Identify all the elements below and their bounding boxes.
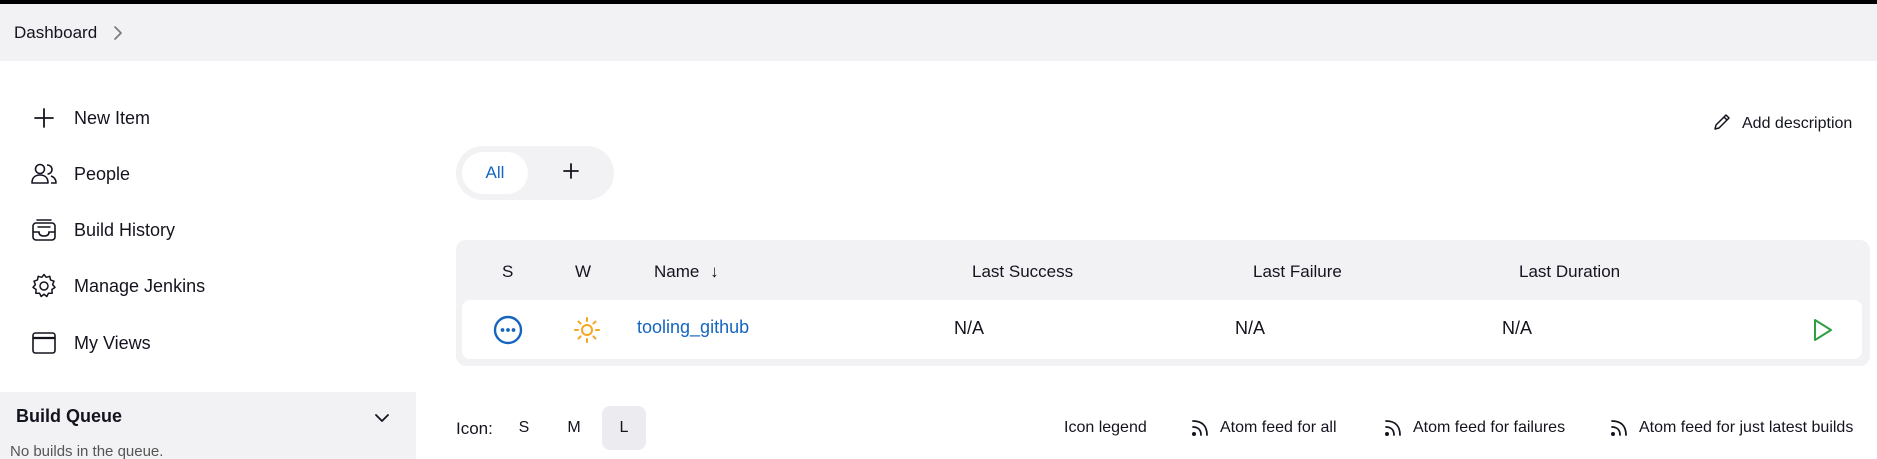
gear-icon xyxy=(30,272,58,300)
add-view-button[interactable] xyxy=(556,158,586,188)
rss-icon xyxy=(1383,418,1403,438)
sidebar-item-manage-jenkins[interactable]: Manage Jenkins xyxy=(30,266,205,306)
inbox-icon xyxy=(30,216,58,244)
sidebar-item-label: My Views xyxy=(74,332,151,353)
sidebar-item-new-item[interactable]: New Item xyxy=(30,98,150,138)
people-icon xyxy=(30,160,58,188)
tab-all[interactable]: All xyxy=(462,152,528,194)
play-icon[interactable] xyxy=(1809,317,1835,348)
window-icon xyxy=(30,329,58,357)
sidebar-item-label: Manage Jenkins xyxy=(74,275,206,296)
atom-feed-failures-label: Atom feed for failures xyxy=(1413,419,1566,436)
pending-status-icon[interactable] xyxy=(493,315,523,350)
atom-feed-failures-link[interactable]: Atom feed for failures xyxy=(1383,417,1565,439)
column-header-status[interactable]: S xyxy=(502,262,513,282)
last-failure-value: N/A xyxy=(1235,318,1266,338)
view-tabs: All xyxy=(456,146,614,200)
atom-feed-latest-label: Atom feed for just latest builds xyxy=(1639,419,1854,436)
icon-legend-link[interactable]: Icon legend xyxy=(1064,417,1147,439)
icon-size-s-button[interactable]: S xyxy=(502,406,546,450)
job-link-tooling-github[interactable]: tooling_github xyxy=(637,317,749,338)
rss-icon xyxy=(1609,418,1629,438)
column-header-last-failure[interactable]: Last Failure xyxy=(1253,262,1342,282)
sidebar-item-label: Build History xyxy=(74,219,176,240)
sidebar: New Item People Build History Manage Jen… xyxy=(0,61,416,459)
sidebar-item-my-views[interactable]: My Views xyxy=(30,323,151,363)
build-queue-title[interactable]: Build Queue xyxy=(16,406,122,427)
icon-legend-label: Icon legend xyxy=(1064,419,1147,436)
icon-size-l-button[interactable]: L xyxy=(602,406,646,450)
plus-icon xyxy=(30,104,58,132)
sun-icon[interactable] xyxy=(573,316,601,349)
column-header-weather[interactable]: W xyxy=(575,262,591,282)
chevron-right-icon[interactable] xyxy=(113,25,123,41)
chevron-down-icon[interactable] xyxy=(370,406,394,430)
rss-icon xyxy=(1190,418,1210,438)
column-header-name-label: Name xyxy=(654,262,700,281)
sidebar-item-label: People xyxy=(74,163,131,184)
column-header-last-success[interactable]: Last Success xyxy=(972,262,1073,282)
last-success-value: N/A xyxy=(954,318,985,338)
icon-size-label: Icon: xyxy=(456,419,493,438)
build-queue-empty-text: No builds in the queue. xyxy=(10,443,164,459)
table-footer: Icon: S M L Icon legend Atom feed for al… xyxy=(456,404,1870,452)
sidebar-item-people[interactable]: People xyxy=(30,154,130,194)
sort-arrow-icon: ↓ xyxy=(710,262,719,281)
plus-icon xyxy=(562,162,580,185)
icon-size-m-button[interactable]: M xyxy=(552,406,596,450)
sidebar-item-build-history[interactable]: Build History xyxy=(30,210,175,250)
last-duration-value: N/A xyxy=(1502,318,1533,338)
jobs-table: S W Name ↓ Last Success Last Failure Las… xyxy=(456,240,1870,366)
column-header-last-duration[interactable]: Last Duration xyxy=(1519,262,1620,282)
pencil-icon xyxy=(1712,112,1732,137)
sidebar-item-label: New Item xyxy=(74,107,151,128)
atom-feed-latest-link[interactable]: Atom feed for just latest builds xyxy=(1609,417,1853,439)
build-queue-panel: Build Queue No builds in the queue. xyxy=(0,392,416,459)
atom-feed-all-label: Atom feed for all xyxy=(1220,419,1337,436)
column-header-name[interactable]: Name ↓ xyxy=(654,262,719,282)
add-description-button[interactable]: Add description xyxy=(1712,112,1852,136)
breadcrumb: Dashboard xyxy=(0,4,1877,61)
atom-feed-all-link[interactable]: Atom feed for all xyxy=(1190,417,1337,439)
breadcrumb-dashboard[interactable]: Dashboard xyxy=(14,23,97,43)
add-description-label: Add description xyxy=(1742,115,1853,132)
table-row: tooling_github N/A N/A N/A xyxy=(462,300,1862,359)
